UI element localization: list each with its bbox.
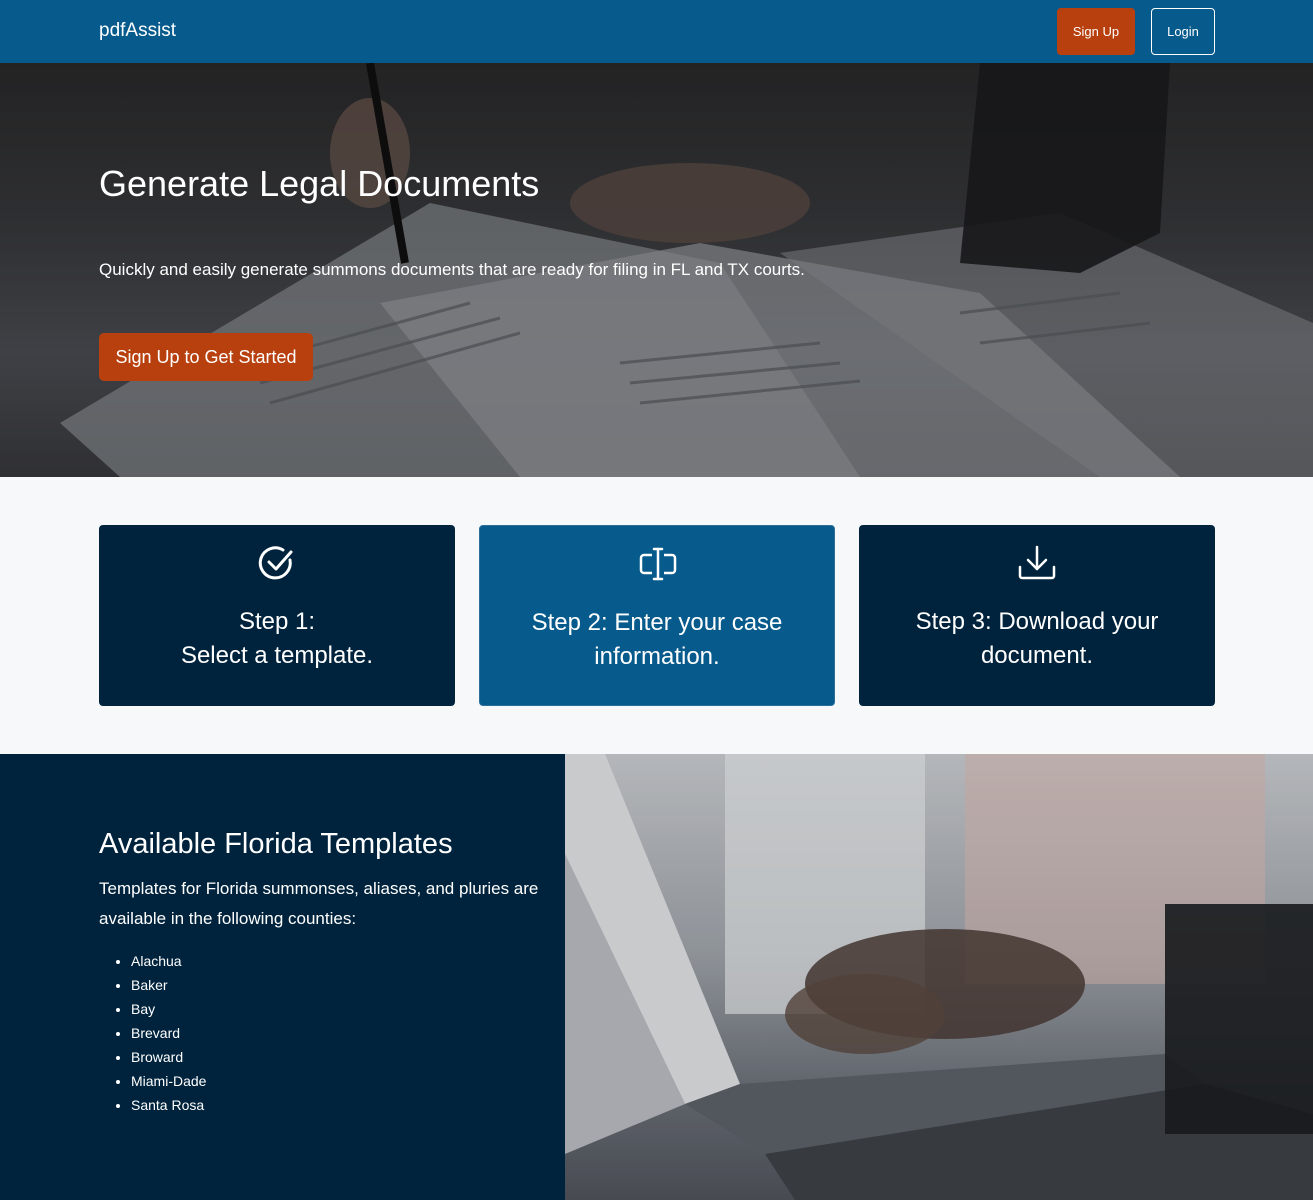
brand-logo[interactable]: pdfAssist [99,20,176,42]
step-line-2: information. [594,643,720,670]
hero-section: Generate Legal Documents Quickly and eas… [0,63,1313,477]
step-text: Step 2: Enter your case information. [500,606,814,674]
hero-title: Generate Legal Documents [99,163,540,204]
step-line-1: Step 1: [238,608,316,635]
county-item: Brevard [131,1021,206,1045]
county-item: Alachua [131,949,206,973]
county-item: Miami-Dade [131,1069,206,1093]
step-line-2: document. [980,642,1094,669]
signup-button[interactable]: Sign Up [1057,8,1135,55]
login-button[interactable]: Login [1151,8,1215,55]
templates-description: Templates for Florida summonses, aliases… [99,879,539,928]
hero-subtitle: Quickly and easily generate summons docu… [99,260,805,279]
step-card-3: Step 3: Download your document. [859,525,1215,706]
laptop-photo [565,754,1313,1200]
step-card-2: Step 2: Enter your case information. [479,525,835,706]
laptop-typing-image [565,754,1313,1200]
step-text: Step 1: Select a template. [119,605,435,673]
text-cursor-input-icon [639,547,677,581]
templates-title: Available Florida Templates [99,828,453,860]
step-line-2: Select a template. [180,642,374,669]
navbar: pdfAssist Sign Up Login [0,0,1313,63]
county-list: Alachua Baker Bay Brevard Broward Miami-… [131,949,206,1117]
county-item: Bay [131,997,206,1021]
step-line-1: Step 2: Enter your case [531,609,783,636]
download-icon [1018,545,1056,580]
get-started-button[interactable]: Sign Up to Get Started [99,333,313,381]
county-item: Broward [131,1045,206,1069]
step-text: Step 3: Download your document. [879,605,1195,673]
county-item: Baker [131,973,206,997]
check-circle-icon [258,546,293,580]
steps-section: Step 1: Select a template. Step 2: Enter… [0,477,1313,754]
templates-section: Available Florida Templates Templates fo… [0,754,565,1200]
county-item: Santa Rosa [131,1093,206,1117]
step-card-1: Step 1: Select a template. [99,525,455,706]
step-line-1: Step 3: Download your [915,608,1159,635]
